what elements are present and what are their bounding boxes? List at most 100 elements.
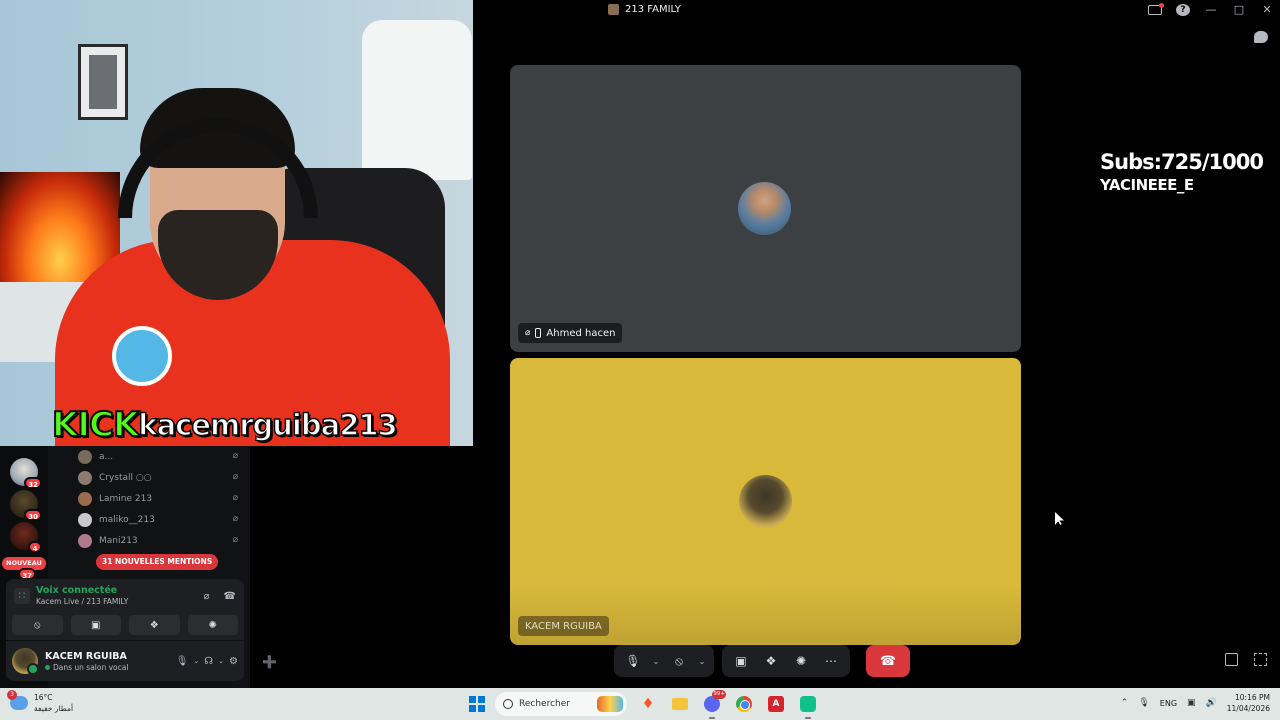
network-icon[interactable]: ▣ xyxy=(1187,698,1196,708)
kick-channel-banner: KICK kacemrguiba213 xyxy=(51,404,399,446)
mention-badge: 30 xyxy=(24,509,42,521)
microphone-icon[interactable]: 🎙 xyxy=(620,648,646,674)
activities-icon[interactable]: ❖ xyxy=(129,615,180,635)
soundboard-icon[interactable]: ✺ xyxy=(187,615,238,635)
inbox-icon[interactable] xyxy=(1148,2,1164,15)
server-icon[interactable]: 4 xyxy=(10,522,42,553)
user-controls: 🎙 ⌄ ☊ ⌄ ⚙ xyxy=(176,656,238,667)
user-status-text: Dans un salon vocal xyxy=(53,662,129,672)
microphone-icon[interactable]: 🎙 xyxy=(176,656,189,667)
mouse-cursor-icon xyxy=(1055,512,1064,525)
clock-time: 10:16 PM xyxy=(1235,693,1270,702)
windows-start-icon[interactable] xyxy=(469,696,485,712)
chevron-down-icon[interactable]: ⌄ xyxy=(193,657,199,665)
voice-connected-panel: ∷ Voix connectée Kacem Live / 213 FAMILY… xyxy=(6,579,244,640)
avatar xyxy=(78,449,92,464)
taskbar-search[interactable]: Rechercher xyxy=(495,692,627,716)
kick-channel-name: kacemrguiba213 xyxy=(138,407,399,443)
user-panel: KACEM RGUIBA Dans un salon vocal 🎙 ⌄ ☊ ⌄… xyxy=(6,641,244,681)
voice-member-list: a... ⌀ Crystall ○○ ⌀ Lamine 213 ⌀ maliko… xyxy=(78,446,246,551)
disconnect-icon[interactable]: ☎ xyxy=(224,591,236,602)
signal-icon[interactable]: ∷ xyxy=(14,587,30,604)
server-icon[interactable]: 32 xyxy=(10,458,42,489)
add-member-icon[interactable]: ➕ xyxy=(262,655,277,669)
acrobat-icon[interactable]: A xyxy=(765,693,787,715)
fullscreen-icon[interactable] xyxy=(1254,653,1267,666)
server-icon xyxy=(608,4,619,15)
chevron-down-icon[interactable]: ⌄ xyxy=(696,648,708,674)
voice-member[interactable]: maliko__213 ⌀ xyxy=(78,509,246,530)
mic-muted-icon: ⌀ xyxy=(525,328,531,338)
shirt-flower-logo xyxy=(112,326,172,386)
screen-share-icon[interactable]: ▣ xyxy=(728,648,754,674)
chrome-icon[interactable] xyxy=(733,693,755,715)
participant-name-tag: ⌀ Ahmed hacen xyxy=(518,323,623,343)
voice-quick-buttons: ⦸ ▣ ❖ ✺ xyxy=(12,615,238,635)
camera-off-icon[interactable]: ⦸ xyxy=(12,615,63,635)
noise-suppression-icon[interactable]: ⌀ xyxy=(204,591,210,602)
more-options-icon[interactable]: ⋯ xyxy=(818,648,844,674)
deafened-icon: ⌀ xyxy=(232,535,238,545)
window-title: 213 FAMILY xyxy=(608,4,681,15)
discord-sidebar: 32 30 4 NOUVEAU 37 a... ⌀ Crystall ○○ ⌀ xyxy=(0,446,250,688)
new-mentions-pill[interactable]: 31 NOUVELLES MENTIONS xyxy=(96,554,219,570)
weather-temp: 16°C xyxy=(34,693,53,702)
pop-out-icon[interactable] xyxy=(1225,653,1238,666)
hang-up-button[interactable]: ☎ xyxy=(866,645,910,677)
member-name: Crystall ○○ xyxy=(99,472,152,483)
microphone-icon[interactable]: 🎙 xyxy=(1138,698,1149,708)
username: KACEM RGUIBA xyxy=(45,650,127,662)
chevron-up-icon[interactable]: ⌃ xyxy=(1121,698,1129,708)
mention-badge: 4 xyxy=(28,541,42,553)
voice-status[interactable]: Voix connectée xyxy=(36,585,128,596)
kick-logo: KICK xyxy=(51,404,140,446)
camera-off-icon[interactable]: ⦸ xyxy=(666,648,692,674)
avatar[interactable] xyxy=(12,648,39,675)
screen-share-icon[interactable]: ▣ xyxy=(70,615,121,635)
participant-name-tag: KACEM RGUIBA xyxy=(518,616,609,636)
language-indicator[interactable]: ENG xyxy=(1160,699,1177,708)
voice-member[interactable]: Mani213 ⌀ xyxy=(78,530,246,551)
chevron-down-icon[interactable]: ⌄ xyxy=(218,657,224,665)
headphones-icon[interactable]: ☊ xyxy=(204,656,213,667)
server-icon[interactable]: 37 xyxy=(10,568,38,580)
chevron-down-icon[interactable]: ⌄ xyxy=(650,648,662,674)
clock[interactable]: 10:16 PM 11/04/2026 xyxy=(1227,692,1270,714)
maximize-icon[interactable]: □ xyxy=(1232,3,1246,16)
user-info[interactable]: KACEM RGUIBA Dans un salon vocal xyxy=(45,651,176,672)
windows-taskbar: 3 16°C أمطار خفيفة Rechercher ♦ 99+ A ⌃ … xyxy=(0,688,1280,720)
server-icon[interactable]: 30 xyxy=(10,490,42,521)
voice-channel[interactable]: Kacem Live / 213 FAMILY xyxy=(36,597,128,606)
voice-member[interactable]: Crystall ○○ ⌀ xyxy=(78,467,246,488)
call-controls: 🎙 ⌄ ⦸ ⌄ ▣ ❖ ✺ ⋯ ☎ xyxy=(614,645,910,677)
wall-frame xyxy=(78,44,128,120)
soundboard-icon[interactable]: ✺ xyxy=(788,648,814,674)
help-icon[interactable]: ? xyxy=(1176,3,1190,16)
voice-member[interactable]: a... ⌀ xyxy=(78,446,246,467)
volume-icon[interactable]: 🔊 xyxy=(1206,698,1217,708)
discord-badge: 99+ xyxy=(712,690,726,699)
app-icon[interactable] xyxy=(797,693,819,719)
deafened-icon: ⌀ xyxy=(232,451,238,461)
close-icon[interactable]: ✕ xyxy=(1260,3,1274,16)
weather-widget[interactable]: 3 16°C أمطار خفيفة xyxy=(7,690,73,714)
minimize-icon[interactable]: — xyxy=(1204,3,1218,16)
video-tile-kacem[interactable]: KACEM RGUIBA xyxy=(510,358,1021,645)
activities-icon[interactable]: ❖ xyxy=(758,648,784,674)
discord-app-icon[interactable]: 99+ xyxy=(701,690,726,719)
gear-icon[interactable]: ⚙ xyxy=(229,656,238,667)
weather-icon: 3 xyxy=(7,690,28,710)
member-name: Lamine 213 xyxy=(99,493,153,504)
file-explorer-icon[interactable] xyxy=(669,693,691,715)
voice-member[interactable]: Lamine 213 ⌀ xyxy=(78,488,246,509)
member-name: maliko__213 xyxy=(99,514,155,525)
video-tile-ahmed[interactable]: ⌀ Ahmed hacen xyxy=(510,65,1021,352)
window-title-text: 213 FAMILY xyxy=(625,4,681,15)
status-dot xyxy=(45,664,50,670)
participant-name: KACEM RGUIBA xyxy=(525,620,602,632)
deafened-icon: ⌀ xyxy=(232,493,238,503)
taskbar-apps: Rechercher ♦ 99+ A xyxy=(469,690,819,719)
chat-bubble-icon[interactable] xyxy=(1254,31,1268,43)
title-bar: 213 FAMILY ? — □ ✕ xyxy=(473,0,1280,22)
brave-browser-icon[interactable]: ♦ xyxy=(637,693,659,715)
